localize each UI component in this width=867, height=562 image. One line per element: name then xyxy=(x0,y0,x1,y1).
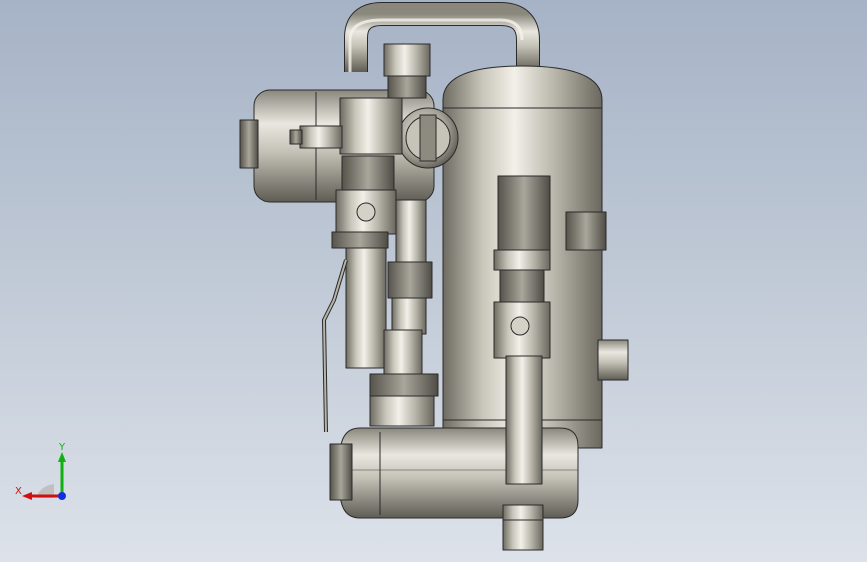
solenoid-block xyxy=(497,175,551,253)
z-axis-dot xyxy=(58,492,66,500)
gauge-needle-block xyxy=(419,114,437,162)
valve-handle-lever xyxy=(322,259,348,433)
coordinate-triad: Y X xyxy=(15,442,66,500)
end-plug xyxy=(329,443,353,501)
drain-fitting xyxy=(502,504,544,551)
tank-nameplate-boss xyxy=(565,211,607,251)
y-axis-label: Y xyxy=(58,442,66,453)
gauge-rear-cap xyxy=(239,119,259,169)
inlet-pipe-loop xyxy=(344,2,540,72)
side-port xyxy=(597,339,629,381)
3d-model-view[interactable] xyxy=(0,0,867,562)
cad-viewport[interactable]: Y X xyxy=(0,0,867,562)
side-needle-valve xyxy=(299,125,343,149)
x-axis-label: X xyxy=(15,486,22,497)
